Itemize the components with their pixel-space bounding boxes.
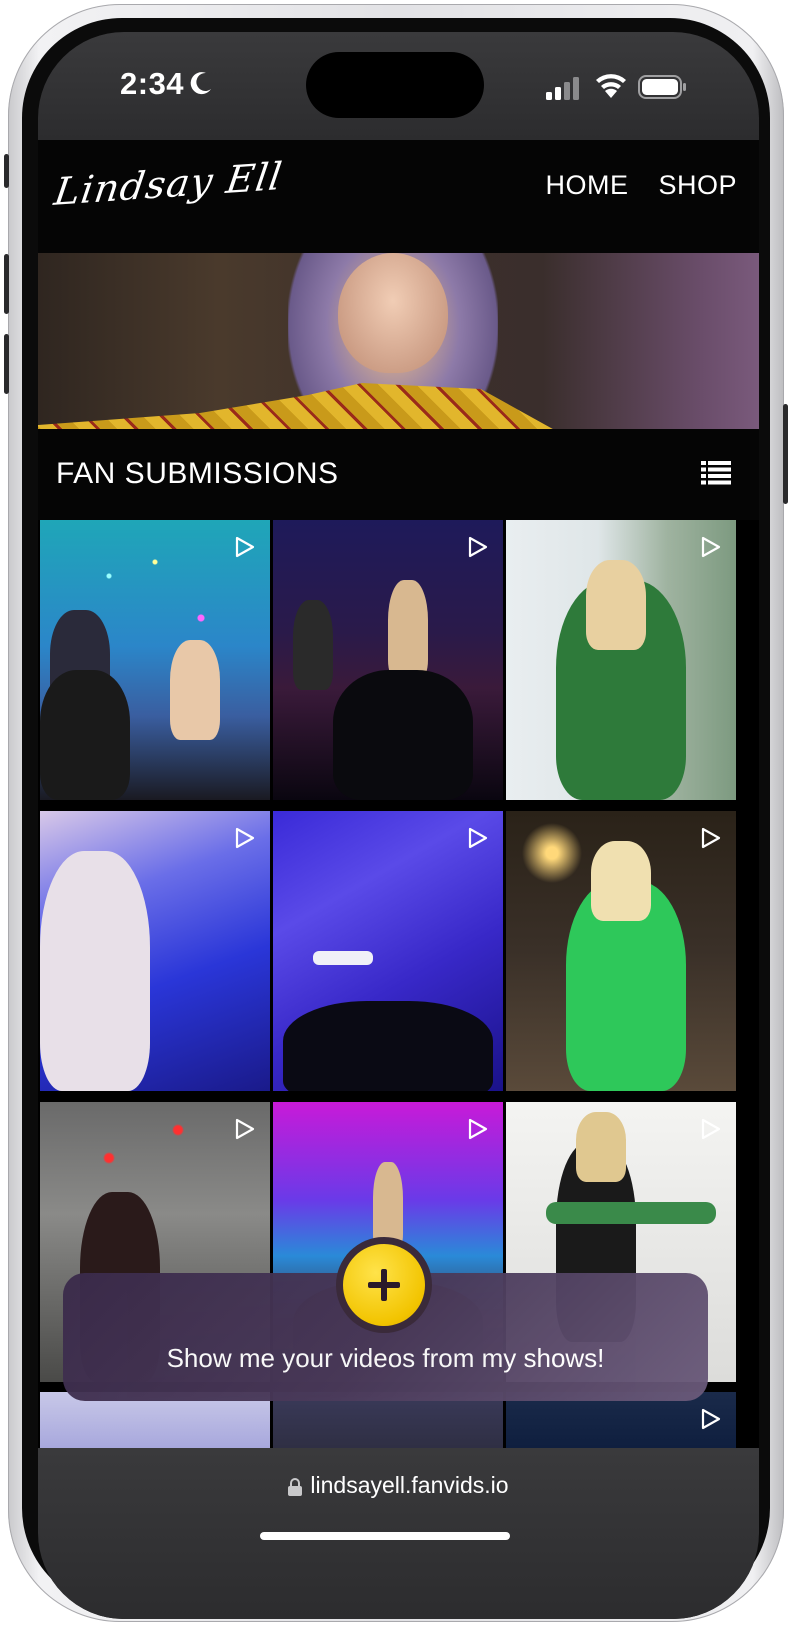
play-icon [235, 536, 255, 558]
section-header: FAN SUBMISSIONS [38, 429, 759, 520]
play-icon [235, 1118, 255, 1139]
volume-down-button [4, 334, 9, 394]
play-icon [468, 1118, 488, 1139]
play-icon [701, 1409, 721, 1430]
site-logo[interactable]: Lindsay Ell [51, 154, 285, 214]
signal-icon [546, 77, 579, 100]
play-icon [468, 536, 488, 558]
battery-icon [638, 75, 686, 99]
performer-hair [576, 1111, 626, 1182]
performer-figure [293, 600, 333, 690]
play-icon [468, 827, 488, 848]
site-header: Lindsay Ell HOME SHOP [38, 140, 759, 253]
nav-shop-link[interactable]: SHOP [658, 170, 737, 201]
video-thumbnail[interactable] [506, 520, 736, 800]
video-thumbnail[interactable] [40, 810, 270, 1091]
main-nav: HOME SHOP [545, 170, 737, 201]
performer-hair [586, 560, 646, 650]
upload-button[interactable] [336, 1237, 432, 1333]
section-title: FAN SUBMISSIONS [56, 457, 339, 490]
play-icon [701, 1118, 721, 1139]
video-thumbnail[interactable] [273, 810, 503, 1091]
video-thumbnail[interactable] [40, 520, 270, 800]
home-indicator[interactable] [260, 1532, 510, 1540]
play-icon [701, 536, 721, 558]
performer-hair [591, 840, 651, 921]
volume-up-button [4, 254, 9, 314]
upload-button-face [343, 1244, 425, 1326]
upload-prompt-text: Show me your videos from my shows! [166, 1343, 605, 1373]
camera-operator [40, 670, 130, 800]
play-icon [235, 827, 255, 848]
audience-silhouette [283, 1000, 493, 1091]
power-button [783, 404, 788, 504]
performer-figure [388, 580, 428, 680]
hero-face [338, 253, 448, 373]
play-icon [701, 827, 721, 848]
video-thumbnail[interactable] [273, 520, 503, 800]
video-thumbnail[interactable] [506, 810, 736, 1091]
url-text: lindsayell.fanvids.io [310, 1472, 509, 1498]
action-button [4, 154, 9, 188]
nav-home-link[interactable]: HOME [545, 170, 628, 201]
status-time: 2:34 [120, 66, 185, 101]
guitar [546, 1201, 716, 1224]
status-bar: 2:34 [38, 32, 759, 140]
screen: 2:34 Lindsay Ell HOME SHOP FAN SUBMISSIO… [38, 32, 759, 1619]
audience-silhouette [333, 670, 473, 800]
guitar-headstock [313, 950, 373, 965]
moon-icon [190, 72, 211, 95]
hero-banner [38, 253, 759, 429]
address-bar[interactable]: lindsayell.fanvids.io [38, 1472, 759, 1499]
plus-icon [368, 1269, 400, 1301]
performer-figure [170, 640, 220, 740]
lock-icon [288, 1477, 303, 1496]
performer-figure [40, 850, 150, 1091]
dynamic-island [306, 52, 484, 118]
browser-bar: lindsayell.fanvids.io [38, 1448, 759, 1619]
list-view-icon[interactable] [701, 461, 731, 485]
wifi-icon [596, 74, 626, 98]
